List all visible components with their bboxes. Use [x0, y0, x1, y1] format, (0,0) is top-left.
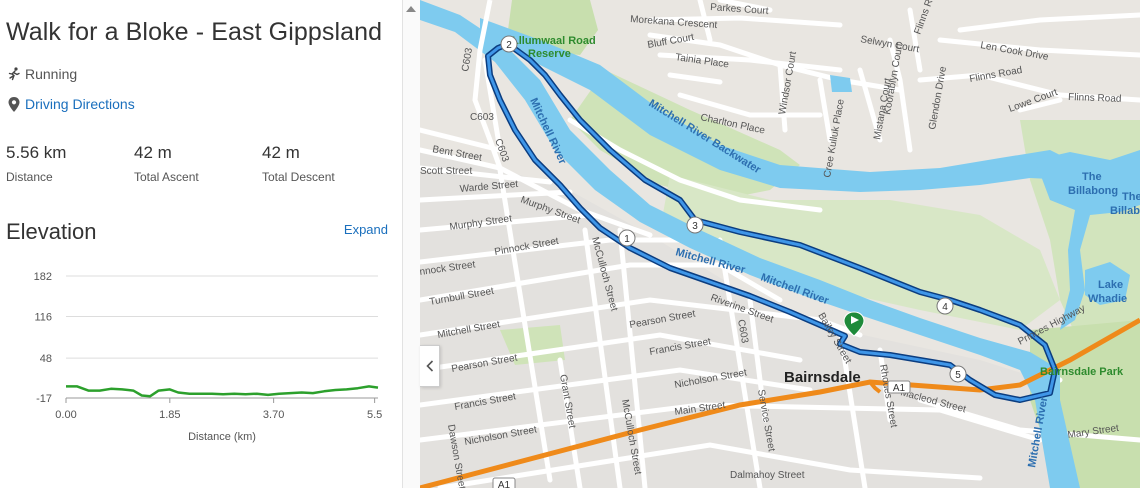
- park-label: Reserve: [528, 48, 571, 60]
- street-label: Flinns Road: [1068, 92, 1122, 105]
- waypoint-marker[interactable]: 1: [618, 229, 636, 247]
- driving-directions-link[interactable]: Driving Directions: [25, 96, 135, 112]
- road-label: C603: [460, 47, 475, 73]
- stat-value: 5.56 km: [6, 143, 67, 162]
- street-label: Tainia Place: [675, 52, 730, 70]
- svg-text:2: 2: [506, 40, 512, 51]
- water-label: Billabo: [1110, 205, 1140, 217]
- y-tick-label: 116: [34, 311, 52, 323]
- svg-text:4: 4: [942, 302, 948, 313]
- water-label: Lake: [1098, 279, 1123, 291]
- street-label: Glendon Drive: [927, 65, 949, 130]
- svg-text:A1: A1: [893, 383, 906, 394]
- stat-label: Distance: [6, 170, 53, 184]
- street-label: Dalmahoy Street: [730, 470, 805, 481]
- stat-label: Total Descent: [262, 170, 335, 184]
- water-label: The: [1082, 171, 1102, 183]
- street-label: Scott Street: [420, 166, 472, 177]
- street-label: Len Cook Drive: [979, 40, 1049, 63]
- street-label: Parkes Court: [710, 2, 769, 17]
- stat-value: 42 m: [134, 143, 172, 162]
- expand-chart-link[interactable]: Expand: [344, 222, 388, 237]
- x-axis-label: Distance (km): [188, 431, 256, 443]
- x-tick-label: 5.5: [367, 409, 382, 421]
- town-label: Bairnsdale: [784, 369, 861, 386]
- svg-text:5: 5: [955, 370, 961, 381]
- elevation-chart: 182 116 48 -170.00 1.85 3.70 5.5 Distance (km): [34, 271, 383, 443]
- water-label: The: [1122, 191, 1140, 203]
- scroll-up-arrow-icon[interactable]: [406, 6, 416, 12]
- activity-type: Running: [25, 66, 78, 82]
- water-label: Billabong: [1068, 185, 1118, 197]
- waypoint-marker[interactable]: 4: [936, 297, 954, 315]
- waypoint-marker[interactable]: 3: [686, 216, 704, 234]
- y-tick-label: 182: [34, 271, 52, 283]
- waypoint-marker[interactable]: 2: [500, 35, 518, 53]
- waypoint-marker[interactable]: 5: [949, 365, 967, 383]
- svg-text:A1: A1: [498, 480, 511, 488]
- route-map[interactable]: Morekana Crescent Parkes Court Flinns Ro…: [420, 0, 1140, 488]
- x-tick-label: 0.00: [55, 409, 76, 421]
- activity-row: Running: [6, 66, 77, 82]
- elevation-series-line: [66, 385, 379, 398]
- park-label: Bairnsdale Park: [1040, 366, 1124, 378]
- directions-row[interactable]: Driving Directions: [6, 96, 135, 112]
- stat-distance: 5.56 km Distance: [6, 143, 66, 184]
- route-title: Walk for a Bloke - East Gippsland: [6, 18, 383, 46]
- svg-text:3: 3: [692, 221, 698, 232]
- collapse-panel-button[interactable]: [420, 345, 440, 387]
- y-tick-label: -17: [36, 393, 52, 405]
- highway-shield: A1: [492, 477, 516, 488]
- panel-scrollbar[interactable]: [402, 0, 420, 488]
- stat-total-ascent: 42 m Total Ascent: [134, 143, 199, 184]
- stat-label: Total Ascent: [134, 170, 199, 184]
- elevation-heading: Elevation: [6, 219, 97, 244]
- stat-total-descent: 42 m Total Descent: [262, 143, 335, 184]
- running-icon: [6, 66, 22, 82]
- map-canvas[interactable]: Morekana Crescent Parkes Court Flinns Ro…: [420, 0, 1140, 488]
- road-label: C603: [470, 112, 494, 123]
- highway-shield: A1: [887, 380, 911, 394]
- park-label: Lllumwaal Road: [512, 35, 596, 47]
- svg-text:1: 1: [624, 234, 630, 245]
- water-label: Whadie: [1088, 293, 1127, 305]
- street-label: Flinns Road: [912, 0, 941, 36]
- chevron-left-icon: [425, 360, 433, 372]
- pond: [830, 75, 852, 92]
- y-tick-label: 48: [40, 353, 52, 365]
- x-tick-label: 1.85: [159, 409, 180, 421]
- x-tick-label: 3.70: [263, 409, 284, 421]
- route-details-panel: Walk for a Bloke - East Gippsland Runnin…: [0, 0, 402, 488]
- stat-value: 42 m: [262, 143, 300, 162]
- street-label: Selwyn Court: [859, 34, 920, 55]
- map-pin-icon: [6, 96, 22, 112]
